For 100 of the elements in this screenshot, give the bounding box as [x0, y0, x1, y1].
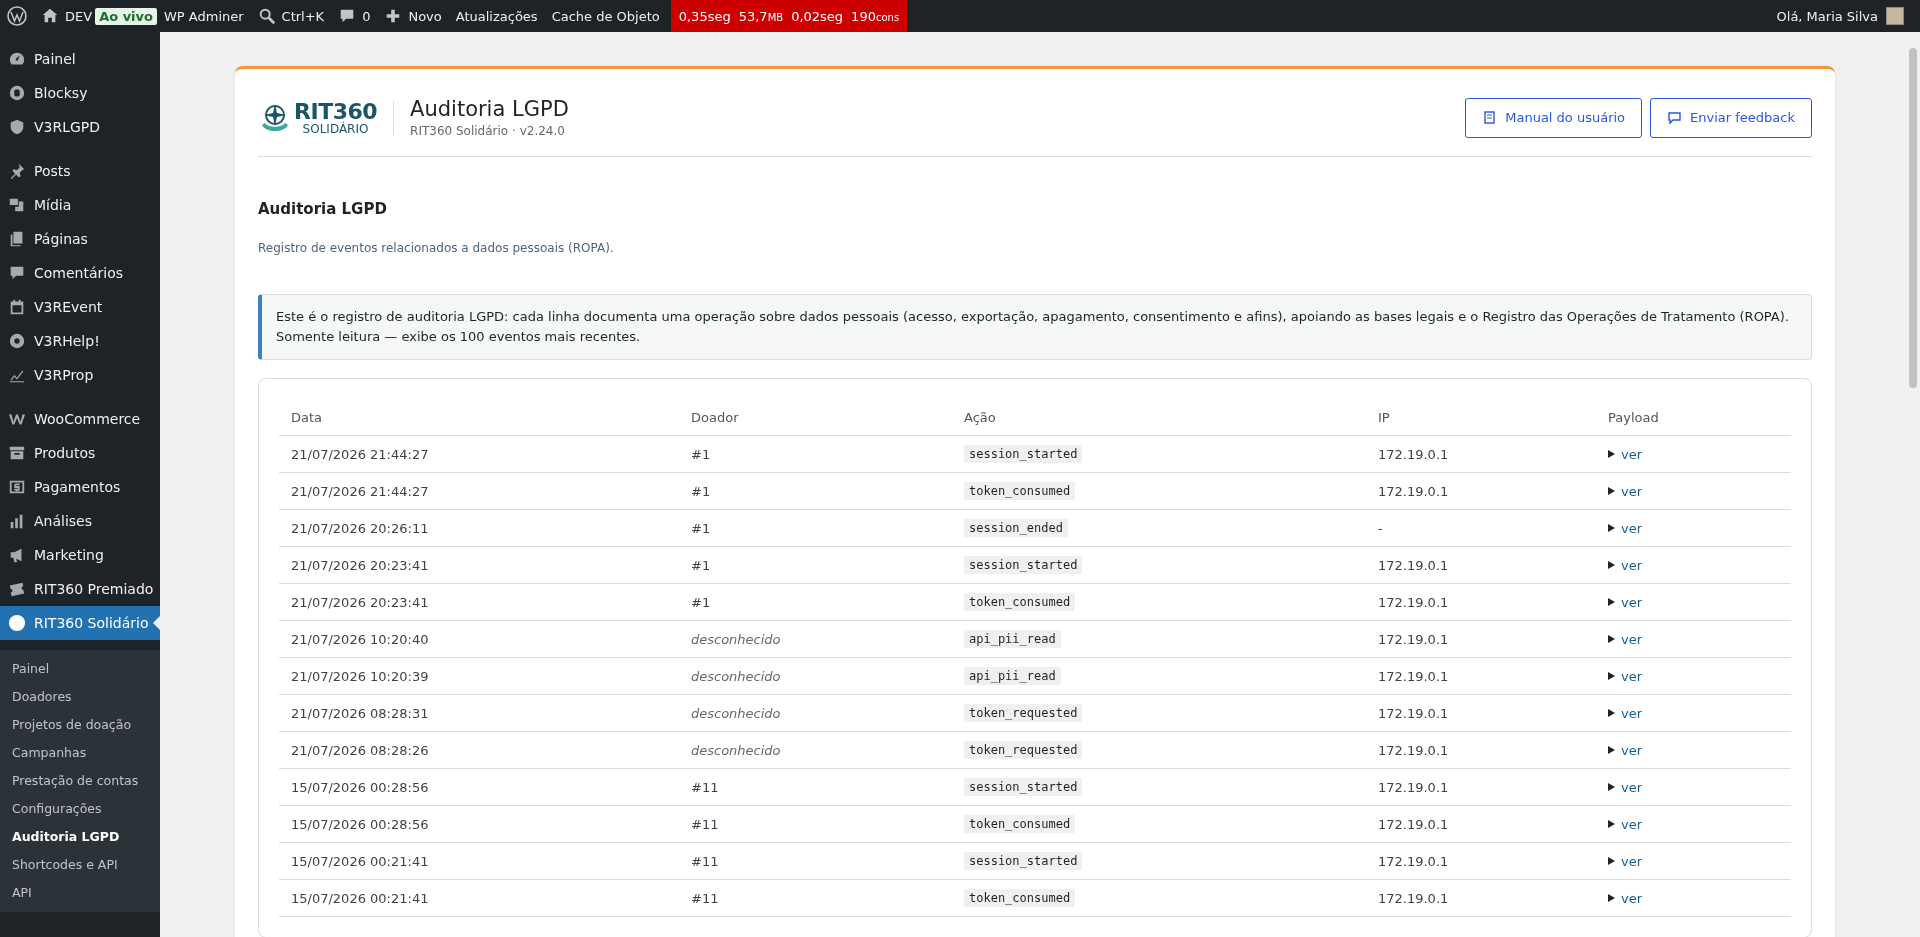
- table-cell-text: 21/07/2026 10:20:40: [291, 631, 430, 647]
- sidebar-item[interactable]: Painel: [0, 42, 160, 76]
- table-cell-text: #11: [691, 816, 720, 832]
- sidebar-item[interactable]: Marketing: [0, 538, 160, 572]
- payload-toggle[interactable]: ver: [1608, 742, 1643, 758]
- action-tag: token_consumed: [964, 889, 1076, 908]
- stat-value: 190cons: [851, 8, 900, 24]
- column-header: Data: [291, 409, 324, 425]
- table-cell-text: 172.19.0.1: [1378, 853, 1450, 869]
- stat-value: 0,02seg: [791, 8, 844, 24]
- table-cell-text: 15/07/2026 00:21:41: [291, 890, 430, 906]
- user-menu[interactable]: Olá, Maria Silva: [1769, 0, 1920, 32]
- payload-toggle[interactable]: ver: [1608, 446, 1643, 462]
- feedback-button[interactable]: Enviar feedback: [1650, 97, 1812, 138]
- table-cell-text: 172.19.0.1: [1378, 816, 1450, 832]
- table-cell-text: desconhecido: [691, 631, 782, 647]
- table-cell-text: #1: [691, 520, 712, 536]
- action-tag: session_started: [964, 445, 1083, 464]
- search-link[interactable]: Ctrl+K: [250, 0, 332, 32]
- sidebar-item[interactable]: Mídia: [0, 188, 160, 222]
- sidebar-item[interactable]: Pagamentos: [0, 470, 160, 504]
- payload-toggle[interactable]: ver: [1608, 594, 1643, 610]
- table-cell-text: 15/07/2026 00:28:56: [291, 779, 430, 795]
- submenu-item[interactable]: Projetos de doação: [0, 710, 160, 738]
- payload-toggle[interactable]: ver: [1608, 890, 1643, 906]
- manual-button[interactable]: Manual do usuário: [1465, 97, 1643, 138]
- table-cell-text: 21/07/2026 20:23:41: [291, 594, 430, 610]
- sidebar-item[interactable]: RIT360 Solidário: [0, 606, 160, 640]
- column-header: IP: [1378, 409, 1391, 425]
- sidebar-item[interactable]: V3RLGPD: [0, 110, 160, 144]
- table-cell-text: 21/07/2026 21:44:27: [291, 446, 430, 462]
- comments-link[interactable]: 0: [331, 0, 378, 32]
- action-tag: session_ended: [964, 519, 1068, 538]
- box-icon: [8, 444, 26, 462]
- table-cell-text: 172.19.0.1: [1378, 890, 1450, 906]
- submenu-item[interactable]: Doadores: [0, 682, 160, 710]
- shield-icon: [8, 118, 26, 136]
- search-icon: [257, 7, 276, 25]
- sidebar-item[interactable]: Comentários: [0, 256, 160, 290]
- table-cell-text: 15/07/2026 00:28:56: [291, 816, 430, 832]
- table-cell-text: 172.19.0.1: [1378, 631, 1450, 647]
- submenu-item[interactable]: Auditoria LGPD: [0, 822, 160, 850]
- dollar-card-icon: [8, 478, 26, 496]
- table-cell-text: 172.19.0.1: [1378, 668, 1450, 684]
- toolbar-link[interactable]: Cache de Objeto: [544, 0, 667, 32]
- performance-stats[interactable]: 0,35seg 53,7MB 0,02seg 190cons: [670, 0, 908, 32]
- new-link[interactable]: Novo: [377, 0, 449, 32]
- table-cell-text: desconhecido: [691, 742, 782, 758]
- table-cell-text: desconhecido: [691, 668, 782, 684]
- payload-toggle[interactable]: ver: [1608, 631, 1643, 647]
- toolbar-link[interactable]: Atualizações: [448, 0, 545, 32]
- sidebar-item[interactable]: Páginas: [0, 222, 160, 256]
- table-cell-text: 172.19.0.1: [1378, 594, 1450, 610]
- column-header: Payload: [1608, 409, 1660, 425]
- section-title: Auditoria LGPD: [258, 200, 388, 218]
- sidebar-item[interactable]: V3REvent: [0, 290, 160, 324]
- table-cell-text: #1: [691, 594, 712, 610]
- table-cell-text: 21/07/2026 10:20:39: [291, 668, 430, 684]
- action-tag: session_started: [964, 556, 1083, 575]
- sidebar-item[interactable]: RIT360 Premiado: [0, 572, 160, 606]
- avatar-icon: [1886, 7, 1904, 25]
- submenu-item[interactable]: Configurações: [0, 794, 160, 822]
- payload-toggle[interactable]: ver: [1608, 779, 1643, 795]
- payload-toggle[interactable]: ver: [1608, 668, 1643, 684]
- table-cell-text: 172.19.0.1: [1378, 705, 1450, 721]
- submenu-item[interactable]: API: [0, 878, 160, 906]
- sidebar-item[interactable]: WooCommerce: [0, 402, 160, 436]
- sidebar-item[interactable]: V3RProp: [0, 358, 160, 392]
- table-cell-text: -: [1378, 520, 1384, 536]
- submenu-item[interactable]: Shortcodes e API: [0, 850, 160, 878]
- payload-toggle[interactable]: ver: [1608, 705, 1643, 721]
- table-cell-text: #11: [691, 890, 720, 906]
- action-tag: session_started: [964, 852, 1083, 871]
- circle-icon: [8, 614, 26, 632]
- action-tag: token_consumed: [964, 815, 1076, 834]
- payload-toggle[interactable]: ver: [1608, 853, 1643, 869]
- table-cell-text: #11: [691, 853, 720, 869]
- payload-toggle[interactable]: ver: [1608, 557, 1643, 573]
- pin-icon: [8, 162, 26, 180]
- table-cell-text: #11: [691, 779, 720, 795]
- submenu-item[interactable]: Prestação de contas: [0, 766, 160, 794]
- payload-toggle[interactable]: ver: [1608, 483, 1643, 499]
- payload-toggle[interactable]: ver: [1608, 816, 1643, 832]
- sidebar-item[interactable]: Produtos: [0, 436, 160, 470]
- submenu-item[interactable]: Campanhas: [0, 738, 160, 766]
- table-cell-text: 172.19.0.1: [1378, 779, 1450, 795]
- toolbar-link[interactable]: WP Adminer: [157, 0, 251, 32]
- sidebar-item[interactable]: Blocksy: [0, 76, 160, 110]
- payload-toggle[interactable]: ver: [1608, 520, 1643, 536]
- column-header: Doador: [691, 409, 740, 425]
- sidebar-item[interactable]: Análises: [0, 504, 160, 538]
- sidebar-item[interactable]: V3RHelp!: [0, 324, 160, 358]
- home-icon: [41, 7, 59, 25]
- submenu-item[interactable]: Painel: [0, 654, 160, 682]
- table-cell-text: 172.19.0.1: [1378, 742, 1450, 758]
- scrollbar-thumb[interactable]: [1908, 48, 1917, 388]
- table-cell-text: #1: [691, 483, 712, 499]
- action-tag: token_requested: [964, 741, 1083, 760]
- sidebar-item[interactable]: Posts: [0, 154, 160, 188]
- table-cell-text: 15/07/2026 00:21:41: [291, 853, 430, 869]
